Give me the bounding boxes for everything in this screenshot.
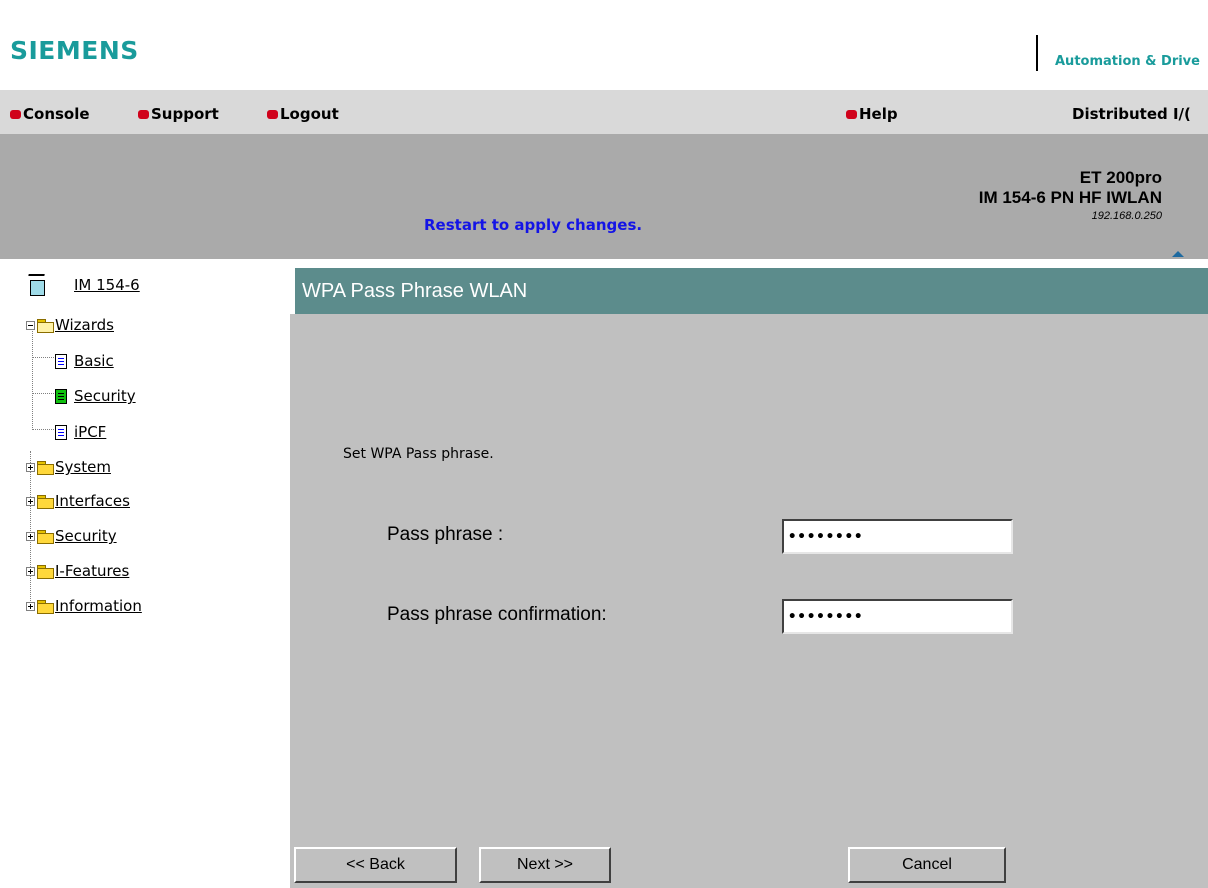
expand-icon[interactable] [26,462,35,472]
tree-item-system-label: System [55,458,111,476]
tree-item-ifeatures-label: I-Features [55,562,130,580]
tree-item-wizards[interactable]: Wizards [26,313,114,337]
tree-item-ifeatures[interactable]: I-Features [26,559,129,583]
tree-item-information[interactable]: Information [26,594,142,618]
tree-item-security-wizard-label: Security [74,387,136,405]
device-model: IM 154-6 PN HF IWLAN [978,188,1162,207]
expand-icon[interactable] [26,496,35,506]
tree-connector [32,429,54,430]
bullet-icon [267,109,278,119]
pass-phrase-confirm-field[interactable]: •••••••• [782,599,1013,634]
bullet-icon [10,109,21,119]
next-button[interactable]: Next >> [479,847,611,883]
nav-logout[interactable]: Logout [267,105,339,123]
folder-icon [37,529,54,544]
tree-item-information-label: Information [55,597,142,615]
brand-divider [1036,35,1038,71]
nav-support[interactable]: Support [138,105,219,123]
document-icon [55,424,67,440]
tree-connector [32,393,54,394]
restart-notice: Restart to apply changes. [424,216,643,234]
pass-phrase-label: Pass phrase : [387,524,504,545]
tree-item-interfaces[interactable]: Interfaces [26,489,130,513]
tree-item-im154-label: IM 154-6 [74,276,140,294]
nav-support-label: Support [151,105,219,123]
folder-icon [37,564,54,579]
pass-phrase-confirm-label: Pass phrase confirmation: [387,604,607,625]
brand-subtitle: Automation & Drive [1055,54,1200,69]
tree-item-security-label: Security [55,527,117,545]
tree-item-system[interactable]: System [26,455,111,479]
cancel-button[interactable]: Cancel [848,847,1006,883]
content-top-margin [290,259,1208,268]
expand-icon[interactable] [26,531,35,541]
tree-item-wizards-label: Wizards [55,316,114,334]
device-family: ET 200pro [1079,168,1162,187]
expand-icon[interactable] [26,566,35,576]
tree-item-basic-label: Basic [74,352,114,370]
section-title: Distributed I/( [1072,105,1191,123]
tree-connector [32,327,33,430]
tree-item-ipcf-label: iPCF [74,423,107,441]
tree-item-interfaces-label: Interfaces [55,492,130,510]
siemens-logo: SIEMENS [10,36,139,65]
tree-connector [32,357,54,358]
tree-item-ipcf[interactable]: iPCF [55,420,106,444]
scroll-up-icon[interactable] [1172,251,1184,257]
nav-help[interactable]: Help [846,105,898,123]
device-icon [28,274,46,296]
back-button[interactable]: << Back [294,847,457,883]
tree-item-im154[interactable]: IM 154-6 [28,273,140,297]
tree-item-basic[interactable]: Basic [55,349,114,373]
nav-logout-label: Logout [280,105,339,123]
document-icon [55,353,67,369]
folder-icon [37,494,54,509]
instruction-text: Set WPA Pass phrase. [343,446,494,462]
top-nav: Console Support Logout Help Distributed … [0,90,1208,134]
device-ip: 192.168.0.250 [1091,210,1162,222]
folder-icon [37,460,54,475]
tree-item-security-wizard[interactable]: Security [55,384,136,408]
document-selected-icon [55,388,67,404]
device-header: Restart to apply changes. ET 200pro IM 1… [0,134,1208,259]
nav-console[interactable]: Console [10,105,90,123]
tree-item-security[interactable]: Security [26,524,117,548]
folder-open-icon [37,318,54,333]
bullet-icon [138,109,149,119]
collapse-icon[interactable] [26,320,35,330]
bullet-icon [846,109,857,119]
content-panel: WPA Pass Phrase WLAN Set WPA Pass phrase… [290,259,1208,888]
page-title: WPA Pass Phrase WLAN [295,268,1208,314]
expand-icon[interactable] [26,601,35,611]
pass-phrase-field[interactable]: •••••••• [782,519,1013,554]
brand-bar: SIEMENS Automation & Drive [0,0,1208,90]
device-info: ET 200pro IM 154-6 PN HF IWLAN 192.168.0… [979,168,1162,222]
nav-tree: IM 154-6 Wizards Basic Security iPCF Sys… [0,259,290,888]
folder-icon [37,599,54,614]
nav-help-label: Help [859,105,898,123]
nav-console-label: Console [23,105,90,123]
